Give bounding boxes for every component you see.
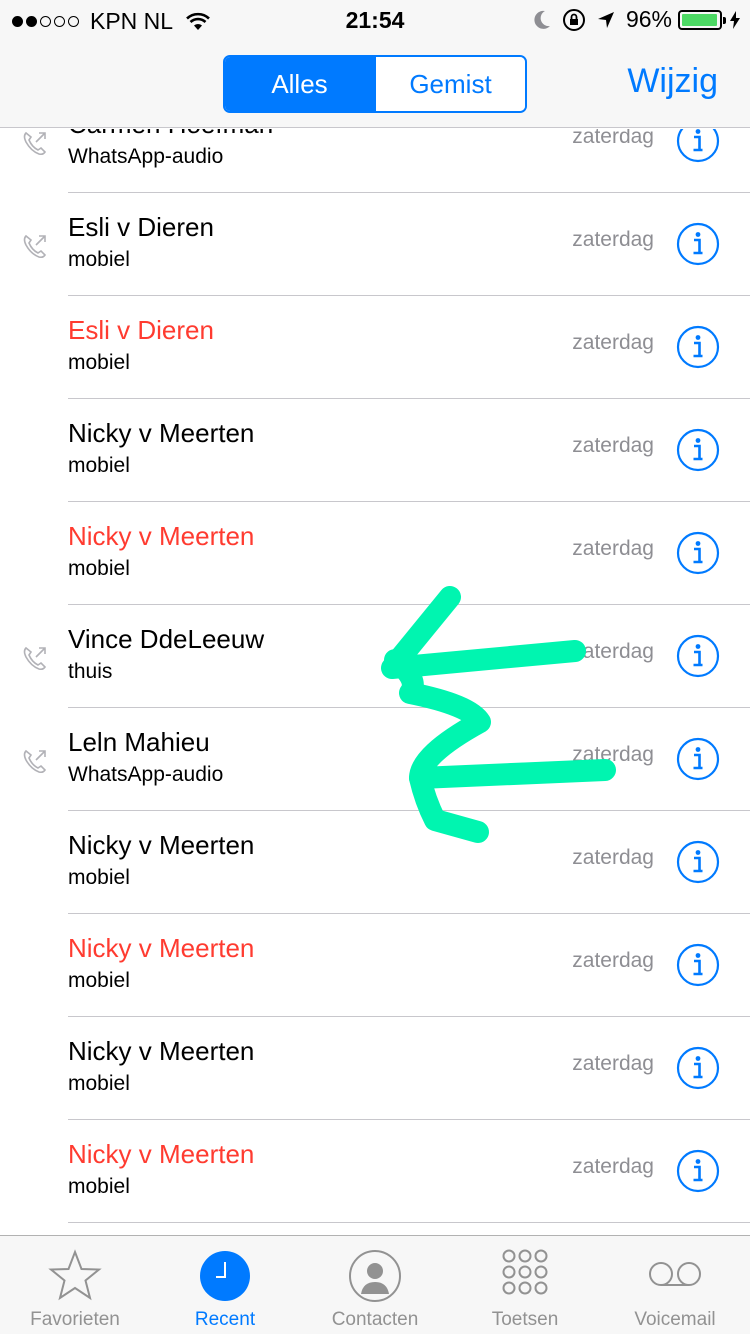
call-date: zaterdag: [572, 846, 654, 869]
call-row[interactable]: Esli v Dieren mobiel zaterdag: [0, 193, 750, 296]
contact-name: Esli v Dieren: [68, 315, 214, 345]
call-date: zaterdag: [572, 331, 654, 354]
call-row[interactable]: Vince DdeLeeuw thuis zaterdag: [0, 605, 750, 708]
info-button[interactable]: [676, 1046, 720, 1090]
battery-percent: 96%: [625, 6, 672, 32]
tab-contacts[interactable]: Contacten: [300, 1236, 450, 1334]
tab-label: Toetsen: [491, 1309, 559, 1330]
call-row[interactable]: Leln Mahieu WhatsApp-audio zaterdag: [0, 708, 750, 811]
contact-name: Nicky v Meerten: [68, 830, 255, 860]
row-separator: [68, 1222, 750, 1223]
tab-favorites[interactable]: Favorieten: [0, 1236, 150, 1334]
contact-name: Nicky v Meerten: [68, 933, 255, 963]
recent-calls-list: Carmen HoefmanWhatsApp-audiozaterdagEsli…: [0, 129, 750, 1235]
contact-name: Nicky v Meerten: [68, 521, 255, 551]
outgoing-call-icon: [23, 234, 47, 259]
call-row[interactable]: Esli v Dieren mobiel zaterdag: [0, 296, 750, 399]
nav-bar: Alles Gemist Wijzig: [0, 40, 750, 128]
call-type-label: mobiel: [68, 969, 130, 992]
call-type-label: WhatsApp-audio: [68, 763, 224, 786]
tab-bar: Favorieten Recent Contacten Toetsen Voic…: [0, 1235, 750, 1334]
contact-name: Leln Mahieu: [68, 727, 210, 757]
info-button[interactable]: [676, 1149, 720, 1193]
battery-icon: [678, 9, 726, 30]
call-type-label: mobiel: [68, 557, 130, 580]
keypad-icon: [502, 1249, 548, 1295]
call-date: zaterdag: [572, 537, 654, 560]
call-date: zaterdag: [572, 640, 654, 663]
clock-icon: [200, 1251, 250, 1301]
tab-recent[interactable]: Recent: [150, 1236, 300, 1334]
contact-name: Esli v Dieren: [68, 212, 214, 242]
filter-segmented-control: Alles Gemist: [223, 55, 527, 113]
segment-missed[interactable]: Gemist: [374, 57, 525, 111]
call-type-label: mobiel: [68, 248, 130, 271]
tab-keypad[interactable]: Toetsen: [450, 1236, 600, 1334]
call-type-label: mobiel: [68, 1072, 130, 1095]
contact-icon: [349, 1250, 401, 1302]
contact-name: Carmen Hoefman: [68, 129, 273, 140]
call-type-label: WhatsApp-audio: [68, 145, 224, 168]
call-row[interactable]: Nicky v Meerten mobiel zaterdag: [0, 502, 750, 605]
tab-label: Voicemail: [634, 1309, 716, 1330]
contact-name: Vince DdeLeeuw: [68, 624, 265, 654]
tab-label: Recent: [194, 1309, 256, 1330]
info-button[interactable]: [676, 634, 720, 678]
call-date: zaterdag: [572, 949, 654, 972]
call-row[interactable]: Nicky v Meerten mobiel zaterdag: [0, 914, 750, 1017]
status-bar: KPN NL 21:54 96%: [0, 0, 750, 40]
segment-all[interactable]: Alles: [225, 57, 374, 111]
call-date: zaterdag: [572, 129, 654, 148]
info-button[interactable]: [676, 129, 720, 163]
call-row[interactable]: Nicky v Meerten mobiel zaterdag: [0, 1017, 750, 1120]
info-button[interactable]: [676, 222, 720, 266]
outgoing-call-icon: [23, 646, 47, 671]
edit-button[interactable]: Wijzig: [627, 62, 718, 101]
call-row[interactable]: Nicky v Meerten mobiel zaterdag: [0, 1120, 750, 1223]
call-row[interactable]: Carmen Hoefman WhatsApp-audio zaterdag: [0, 129, 750, 193]
call-date: zaterdag: [572, 1052, 654, 1075]
info-button[interactable]: [676, 531, 720, 575]
call-date: zaterdag: [572, 1155, 654, 1178]
call-date: zaterdag: [572, 434, 654, 457]
call-row[interactable]: Nicky v Meerten mobiel zaterdag: [0, 399, 750, 502]
info-button[interactable]: [676, 943, 720, 987]
moon-icon: [534, 10, 550, 29]
contact-name: Nicky v Meerten: [68, 418, 255, 448]
battery-fill: [682, 13, 717, 26]
call-type-label: mobiel: [68, 1175, 130, 1198]
voicemail-icon: [649, 1262, 701, 1286]
info-button[interactable]: [676, 840, 720, 884]
battery-nub: [723, 16, 726, 24]
outgoing-call-icon: [23, 749, 47, 774]
call-type-label: thuis: [68, 660, 113, 683]
tab-label: Contacten: [331, 1309, 419, 1330]
info-button[interactable]: [676, 428, 720, 472]
tab-voicemail[interactable]: Voicemail: [600, 1236, 750, 1334]
tab-label: Favorieten: [30, 1309, 120, 1330]
star-icon: [48, 1249, 102, 1301]
location-arrow-icon: [597, 11, 614, 28]
info-button[interactable]: [676, 325, 720, 369]
call-type-label: mobiel: [68, 351, 130, 374]
call-type-label: mobiel: [68, 454, 130, 477]
outgoing-call-icon: [23, 131, 47, 156]
status-right: 96%: [522, 6, 740, 33]
call-type-label: mobiel: [68, 866, 130, 889]
call-date: zaterdag: [572, 743, 654, 766]
contact-name: Nicky v Meerten: [68, 1139, 255, 1169]
charging-bolt-icon: [730, 10, 740, 29]
info-button[interactable]: [676, 737, 720, 781]
rotation-lock-icon: [562, 8, 585, 31]
call-date: zaterdag: [572, 228, 654, 251]
contact-name: Nicky v Meerten: [68, 1036, 255, 1066]
call-row[interactable]: Nicky v Meerten mobiel zaterdag: [0, 811, 750, 914]
